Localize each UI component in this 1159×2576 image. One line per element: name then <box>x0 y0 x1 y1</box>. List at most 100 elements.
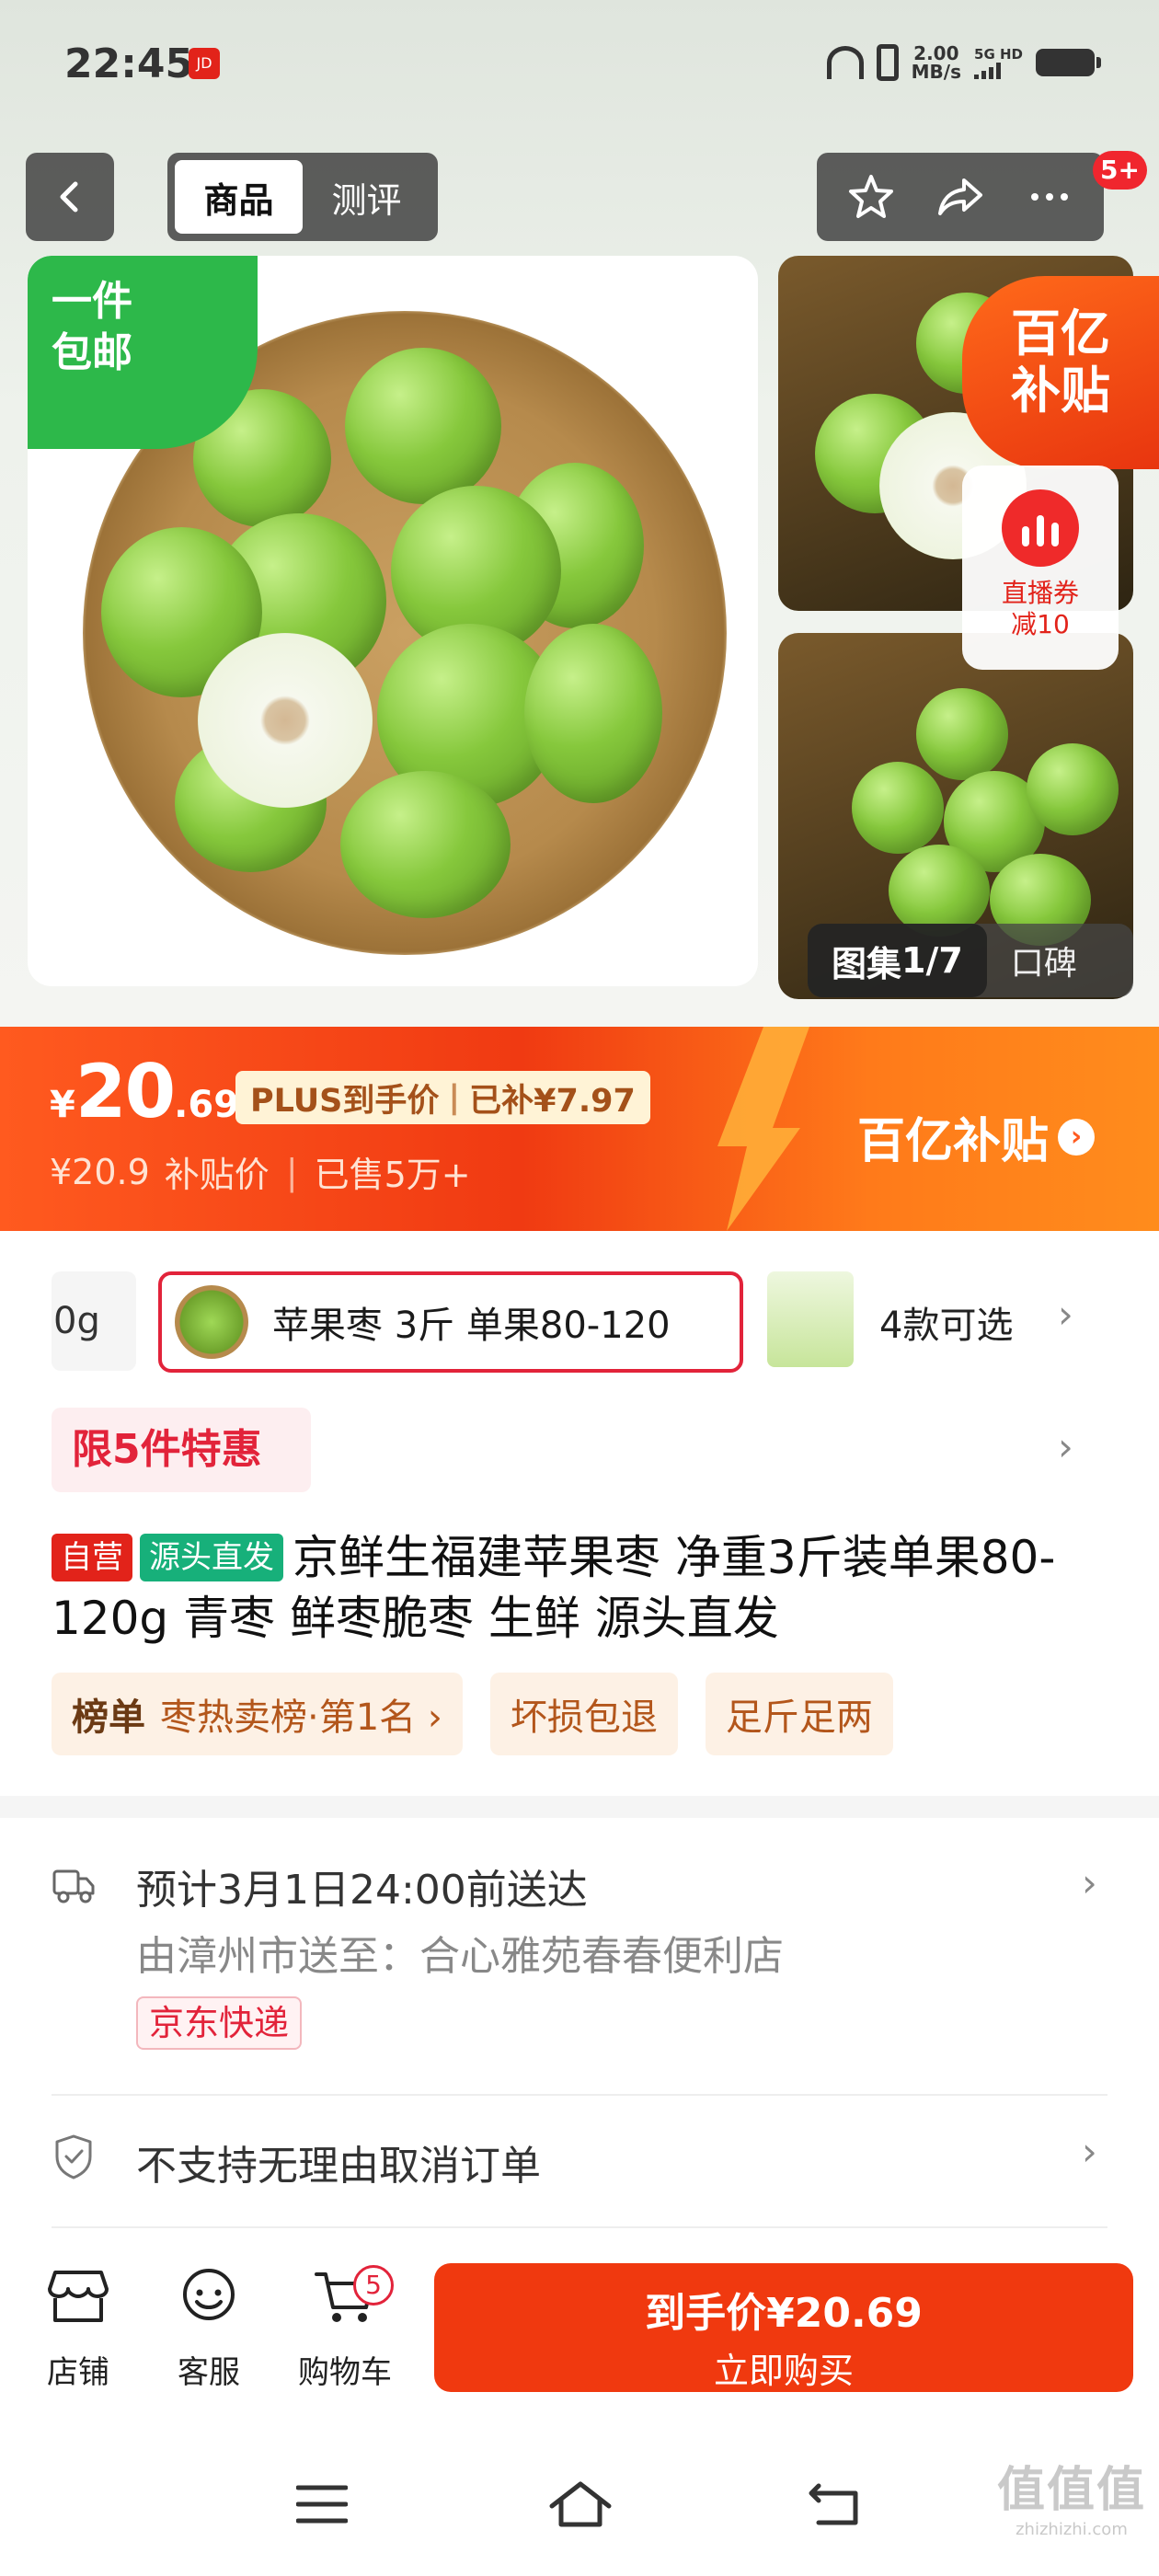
store-icon <box>48 2271 109 2322</box>
price-sub-row: ¥20.9 补贴价 | 已售5万+ <box>50 1146 471 1197</box>
back-button[interactable] <box>26 153 114 241</box>
back-nav-icon[interactable] <box>808 2480 863 2528</box>
message-count-badge: 5+ <box>1093 151 1147 190</box>
star-icon <box>848 175 893 218</box>
customer-service-icon <box>183 2269 235 2320</box>
fruit <box>345 348 501 504</box>
variant-thumbnail-next[interactable] <box>767 1271 854 1367</box>
more-button[interactable] <box>1013 160 1086 234</box>
carrier-tag: 京东快递 <box>136 1996 303 2050</box>
section-divider <box>0 1796 1159 1818</box>
fruit <box>916 688 1008 780</box>
buy-now-button[interactable]: 到手价¥20.69 立即购买 <box>434 2263 1133 2392</box>
favorite-button[interactable] <box>834 160 908 234</box>
delivery-truck-icon <box>52 1869 95 1903</box>
subsidy-price-label: 补贴价 <box>164 1155 270 1195</box>
variant-option-selected[interactable]: 苹果枣 3斤 单果80-120 <box>158 1271 743 1373</box>
live-stream-icon <box>1002 489 1079 567</box>
live-coupon-amount: 减10 <box>1011 609 1070 639</box>
watermark-main: 值值值 <box>996 2463 1146 2518</box>
home-icon[interactable] <box>548 2478 613 2530</box>
chevron-right-icon[interactable]: › <box>1082 1860 1097 1905</box>
share-button[interactable] <box>924 160 997 234</box>
fruit <box>1027 743 1119 835</box>
variant-option-previous[interactable]: 0g <box>52 1271 136 1371</box>
page-tabs: 商品 测评 <box>167 153 438 241</box>
fruit <box>524 624 662 803</box>
vibrate-icon <box>876 44 899 81</box>
speedometer-icon <box>826 46 864 79</box>
tab-review[interactable]: 测评 <box>303 160 430 234</box>
chevron-right-icon[interactable]: › <box>1082 2129 1097 2174</box>
variant-thumbnail <box>175 1285 248 1359</box>
album-label: 图集 <box>832 943 902 984</box>
system-navigation-bar: 值值值 zhizhizhi.com <box>0 2447 1159 2576</box>
fruit <box>889 845 990 937</box>
lightning-bolt-icon <box>717 1027 809 1231</box>
delivery-estimate: 预计3月1日24:00前送达 <box>136 1867 588 1914</box>
nav-actions <box>817 153 1104 241</box>
network-speed-value: 2.00 <box>913 42 959 64</box>
store-button[interactable]: 店铺 <box>37 2267 120 2392</box>
tab-product[interactable]: 商品 <box>175 160 303 234</box>
cart-label: 购物车 <box>298 2354 392 2391</box>
buy-now-label: 立即购买 <box>713 2351 854 2391</box>
plus-separator: | <box>448 1079 461 1116</box>
fruit <box>340 771 511 918</box>
full-weight-chip[interactable]: 足斤足两 <box>705 1673 893 1755</box>
subsidy-badge-line2: 补贴 <box>1011 362 1110 420</box>
battery-icon <box>1036 49 1101 76</box>
plus-price-label: PLUS到手价 <box>250 1082 440 1120</box>
chevron-right-icon[interactable]: › <box>1058 1424 1073 1469</box>
customer-service-button[interactable]: 客服 <box>167 2267 250 2392</box>
ranking-prefix: 榜单 <box>72 1696 145 1739</box>
self-operated-tag: 自营 <box>52 1534 132 1581</box>
currency-symbol: ¥ <box>50 1084 75 1126</box>
feature-chips: 榜单 枣热卖榜·第1名 › 坏损包退 足斤足两 <box>52 1673 893 1755</box>
variant-count[interactable]: 4款可选 <box>879 1295 1013 1349</box>
price-decimal: .69 <box>174 1084 240 1126</box>
share-icon <box>937 178 982 215</box>
delivery-route: 由漳州市送至：合心雅苑春春便利店 <box>136 1933 784 1980</box>
damage-refund-chip[interactable]: 坏损包退 <box>489 1673 678 1755</box>
separator: | <box>285 1151 298 1192</box>
sold-count: 已售5万+ <box>314 1155 471 1195</box>
source-direct-tag: 源头直发 <box>140 1534 283 1581</box>
free-shipping-line1: 一件 <box>52 278 132 325</box>
network-speed-unit: MB/s <box>911 61 962 83</box>
jd-app-notification-icon: JD <box>189 48 220 79</box>
variant-selector: 0g 苹果枣 3斤 单果80-120 4款可选 › <box>0 1259 1159 1387</box>
subsidy-price: ¥20.9 <box>50 1151 150 1192</box>
variant-label: 苹果枣 3斤 单果80-120 <box>272 1305 671 1347</box>
ranking-chip[interactable]: 榜单 枣热卖榜·第1名 › <box>52 1673 463 1755</box>
chevron-right-icon[interactable]: › <box>1058 1292 1073 1337</box>
live-coupon-label: 直播券 <box>1001 578 1079 608</box>
signal-icon: 5G HD <box>974 45 1023 79</box>
fruit <box>852 762 944 854</box>
menu-icon[interactable] <box>296 2482 348 2526</box>
billion-subsidy-badge: 百亿 补贴 <box>962 276 1159 469</box>
plus-price-tag: PLUS到手价 | 已补¥7.97 <box>235 1071 650 1124</box>
product-page: 22:45 JD 2.00 MB/s 5G HD 商品 测评 5+ 一件 包邮 … <box>0 0 1159 2576</box>
cancellation-policy[interactable]: 不支持无理由取消订单 <box>136 2133 541 2191</box>
subsidy-badge-line1: 百亿 <box>1011 305 1110 362</box>
free-shipping-badge: 一件 包邮 <box>28 256 258 449</box>
more-dots-icon <box>1031 193 1069 201</box>
status-bar: 22:45 JD 2.00 MB/s 5G HD <box>0 0 1159 138</box>
divider <box>52 2094 1107 2096</box>
chevron-left-icon <box>60 181 78 213</box>
album-index: 1/7 <box>901 940 963 981</box>
live-coupon-button[interactable]: 直播券 减10 <box>962 466 1119 670</box>
album-tab[interactable]: 图集 1/7 <box>808 924 987 997</box>
watermark-url: zhizhizhi.com <box>1016 2520 1128 2539</box>
watermark: 值值值 zhizhizhi.com <box>997 2451 1146 2539</box>
gallery-switcher: 图集 1/7 口碑 <box>808 924 1133 997</box>
limited-promo-tag[interactable]: 限5件特惠 <box>52 1408 311 1492</box>
main-product-image[interactable]: 一件 包邮 <box>28 256 758 986</box>
reviews-tab[interactable]: 口碑 <box>987 937 1077 984</box>
network-type: 5G HD <box>974 45 1023 63</box>
free-shipping-line2: 包邮 <box>52 329 132 376</box>
billion-subsidy-link[interactable]: 百亿补贴 › <box>857 1102 1096 1171</box>
cut-fruit <box>198 633 373 808</box>
shield-icon <box>55 2134 92 2179</box>
